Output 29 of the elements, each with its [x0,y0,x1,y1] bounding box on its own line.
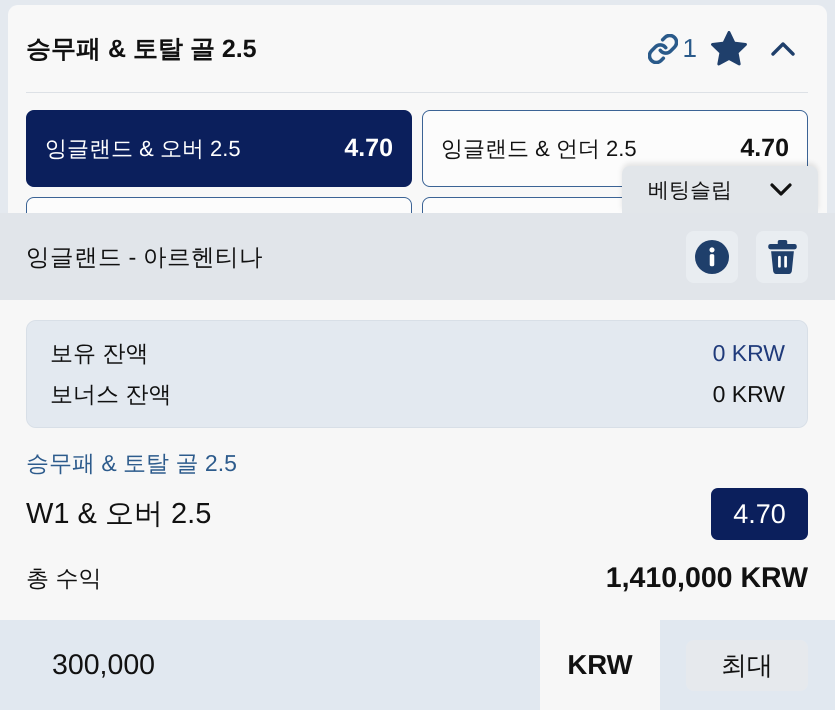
event-title: 잉글랜드 - 아르헨티나 [26,242,263,272]
info-icon [695,240,729,274]
option-odds: 4.70 [344,134,393,163]
payout-label: 총 수익 [26,564,102,592]
balance-label: 보유 잔액 [50,339,148,368]
balance-label: 보너스 잔액 [50,380,172,409]
currency-label: KRW [540,620,660,710]
selection-market: 승무패 & 토탈 골 2.5 [26,449,237,477]
trash-icon [768,240,796,274]
chevron-down-icon [770,183,792,196]
balance-amount: 0 KRW [712,381,785,408]
option-odds: 4.70 [740,134,789,163]
payout-amount: 1,410,000 KRW [606,562,808,594]
link-icon [648,34,678,64]
linked-events-button[interactable]: 1 [648,33,697,64]
market-title: 승무패 & 토탈 골 2.5 [26,34,257,65]
delete-button[interactable] [756,230,808,282]
info-button[interactable] [686,230,738,282]
selection-pick: W1 & 오버 2.5 [26,497,212,532]
option-label: 잉글랜드 & 오버 2.5 [45,134,241,162]
selection-odds: 4.70 [711,488,808,540]
balance-amount: 0 KRW [712,340,785,367]
betslip-tab[interactable]: 베팅슬립 [622,166,818,213]
option-label: 잉글랜드 & 언더 2.5 [441,134,637,162]
star-icon[interactable] [711,31,747,66]
stake-field[interactable]: 300,000 KRW 최대 [0,620,835,710]
max-button[interactable]: 최대 [686,640,808,690]
option-button[interactable]: 잉글랜드 & 오버 2.5 4.70 [26,110,412,187]
chevron-up-icon[interactable] [771,42,795,56]
